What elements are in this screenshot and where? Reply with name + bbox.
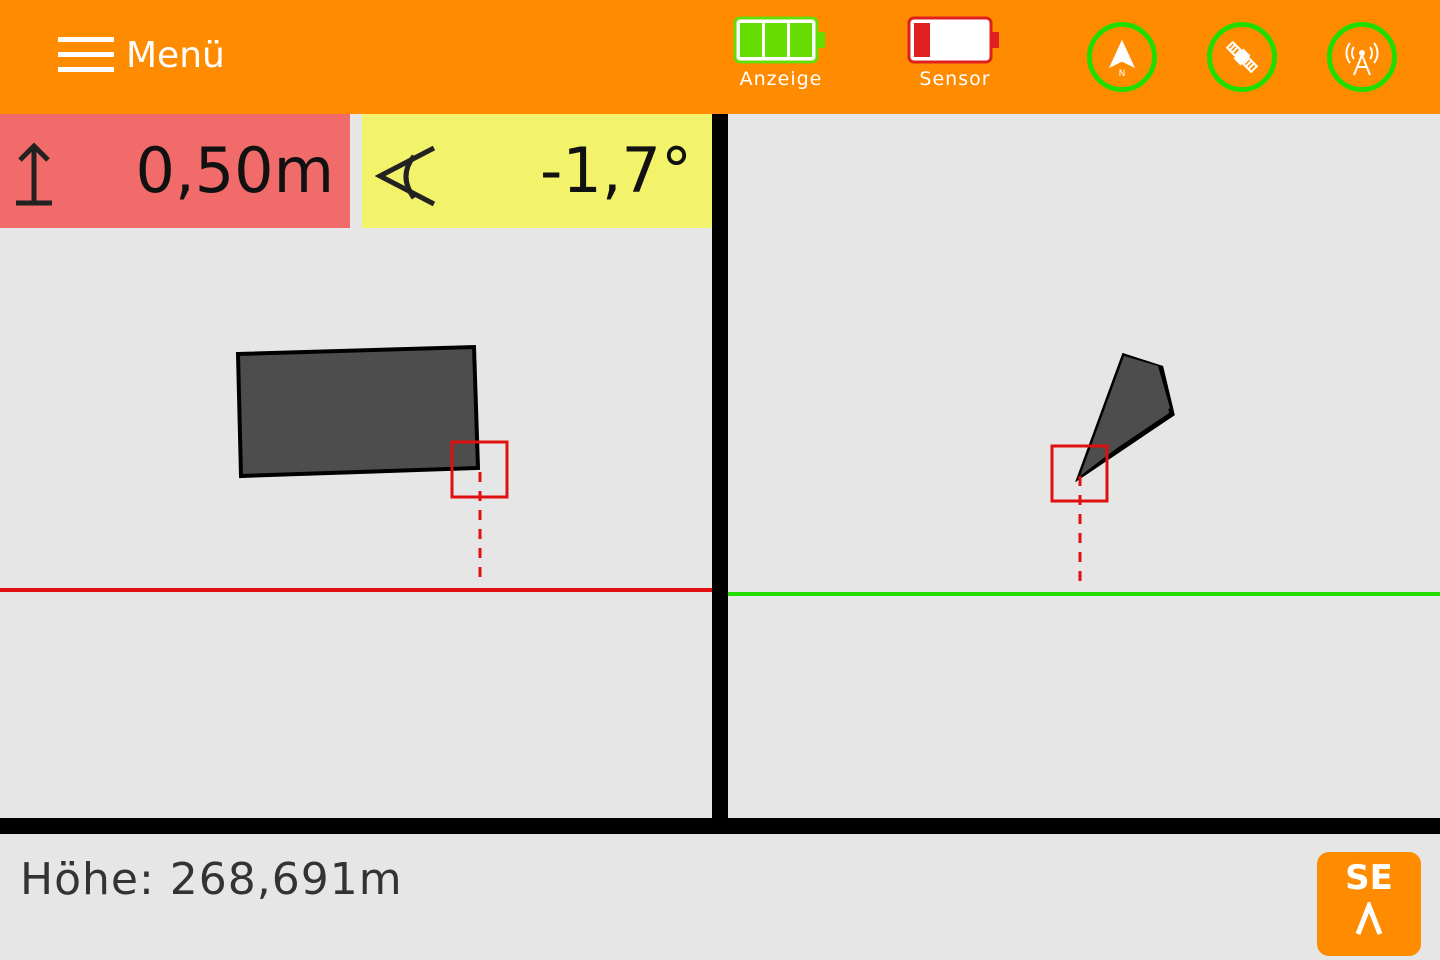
angle-readout: -1,7°	[362, 114, 712, 228]
radio-tower-icon	[1345, 42, 1379, 76]
satellite-icon	[1225, 40, 1259, 74]
menu-button[interactable]: Menü	[56, 30, 225, 80]
display-battery-label: Anzeige	[739, 68, 823, 90]
horizontal-divider	[0, 818, 1440, 834]
battery-low-icon	[907, 16, 999, 64]
battery-full-icon	[733, 16, 825, 64]
menu-label: Menü	[126, 34, 225, 76]
navigation-status-button[interactable]: N	[1087, 22, 1157, 92]
angle-icon	[374, 145, 436, 207]
compass-direction: SE	[1345, 858, 1393, 898]
direction-arrow-icon	[1355, 902, 1383, 935]
svg-text:N: N	[1119, 69, 1126, 77]
hamburger-icon	[58, 37, 114, 72]
top-bar: Menü Anzeige Sensor N	[0, 0, 1440, 114]
front-view-canvas	[728, 352, 1440, 596]
vertical-divider	[712, 114, 728, 834]
height-offset-value: 0,50m	[135, 134, 334, 207]
navigation-icon: N	[1108, 39, 1136, 77]
bucket-side-shape	[235, 344, 481, 479]
front-view-panel	[728, 114, 1440, 818]
sensor-battery: Sensor	[890, 16, 1020, 106]
angle-value: -1,7°	[540, 134, 692, 207]
satellite-status-button[interactable]	[1207, 22, 1277, 92]
up-arrow-icon	[16, 142, 52, 206]
elevation-text: Höhe: 268,691m	[20, 854, 403, 905]
compass-button[interactable]: SE	[1317, 852, 1421, 956]
radio-status-button[interactable]	[1327, 22, 1397, 92]
height-offset-readout: 0,50m	[0, 114, 350, 228]
footer-bar: Höhe: 268,691m	[0, 834, 1440, 960]
sensor-battery-label: Sensor	[919, 68, 991, 90]
display-battery: Anzeige	[716, 16, 846, 106]
